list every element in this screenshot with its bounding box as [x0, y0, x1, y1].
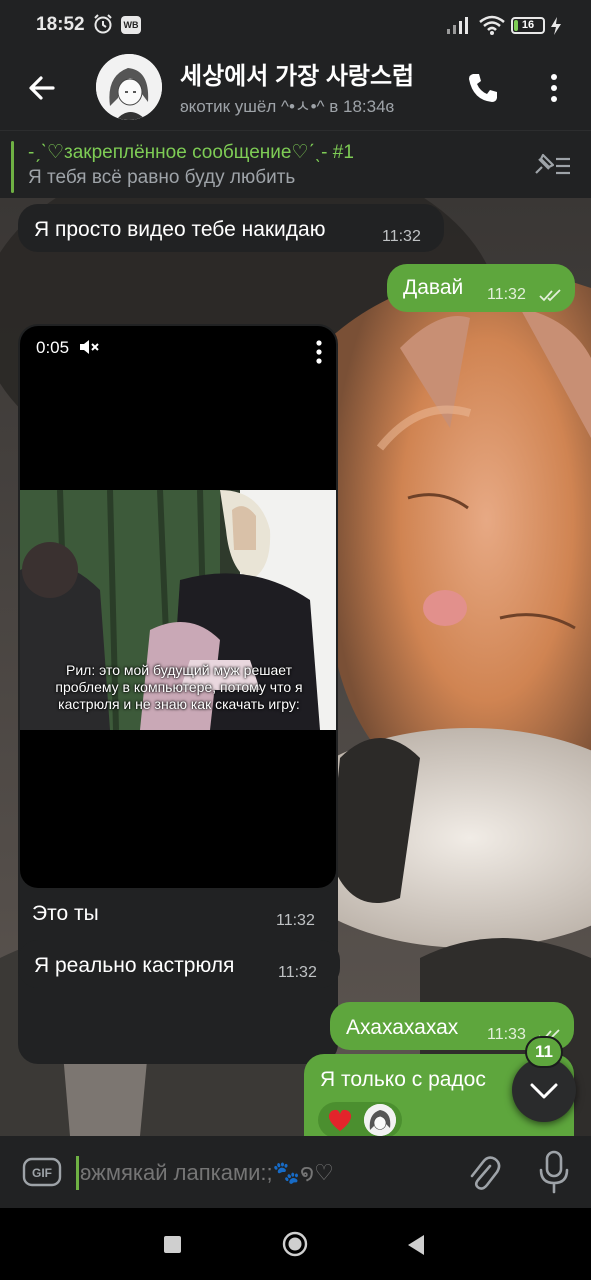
message-input[interactable] [80, 1156, 430, 1190]
wifi-icon [479, 15, 505, 35]
chat-status: ʚкотик ушёл ^•ㅅ•^ в 18:34ɞ [180, 97, 395, 116]
back-arrow-icon[interactable] [22, 68, 62, 108]
message-time: 11:32 [278, 964, 317, 981]
recent-apps-icon[interactable] [164, 1236, 181, 1253]
charging-icon [551, 17, 561, 35]
pinned-list-icon[interactable] [530, 149, 572, 181]
message-bubble-in[interactable]: Я реально кастрюля 11:32 [18, 940, 340, 988]
clock: 18:52 [36, 14, 85, 35]
pinned-message[interactable]: -ˏˋ♡закреплённое сообщение♡ˊˎ- #1 Я тебя… [0, 130, 591, 198]
video-caption: Рил: это мой будущий муж решает проблему… [55, 662, 303, 712]
read-check-icon [539, 289, 561, 302]
message-text: Я только с радос [320, 1068, 486, 1091]
video-player[interactable]: 0:05 Рил: это мой будущий муж решает про… [20, 326, 336, 888]
nav-back-icon[interactable] [406, 1233, 426, 1257]
chat-area[interactable]: Я просто видео тебе накидаю 11:32 Давай … [0, 198, 591, 1136]
chat-header: 세상에서 가장 사랑스럽 ʚкотик ушёл ^•ㅅ•^ в 18:34ɞ [0, 52, 591, 130]
message-bubble-out[interactable]: Давай 11:32 [387, 264, 575, 312]
unread-count-badge: 11 [525, 1036, 563, 1068]
mute-icon[interactable] [78, 336, 100, 358]
message-time: 11:33 [487, 1026, 526, 1043]
reaction-avatar-drawing [364, 1104, 396, 1136]
message-composer: GIF [0, 1136, 591, 1208]
more-vertical-icon[interactable] [540, 68, 568, 108]
battery-icon: 16 [511, 17, 545, 34]
reactions[interactable] [318, 1102, 402, 1136]
avatar[interactable] [96, 54, 162, 120]
status-bar: 18:52 WB 16 [0, 0, 591, 52]
gif-icon[interactable]: GIF [22, 1156, 62, 1188]
video-more-icon[interactable] [312, 338, 326, 366]
pinned-title: -ˏˋ♡закреплённое сообщение♡ˊˎ- #1 [28, 142, 354, 163]
message-time: 11:32 [487, 286, 526, 303]
alarm-icon [94, 14, 112, 34]
battery-percent: 16 [521, 19, 535, 31]
wb-icon: WB [121, 16, 141, 34]
message-text: Я реально кастрюля [34, 954, 235, 977]
microphone-icon[interactable] [536, 1150, 572, 1194]
system-navigation-bar [0, 1208, 591, 1280]
chat-title[interactable]: 세상에서 가장 사랑스럽 [180, 56, 442, 91]
svg-text:GIF: GIF [32, 1166, 52, 1180]
text-cursor [76, 1156, 79, 1190]
avatar-drawing [96, 54, 162, 120]
message-time: 11:32 [382, 228, 421, 245]
pinned-indicator [11, 141, 14, 193]
signal-icon [447, 17, 468, 34]
message-text: Это ты [32, 902, 99, 925]
message-text: Давай [403, 276, 464, 299]
home-icon[interactable] [282, 1231, 308, 1257]
message-text: Я просто видео тебе накидаю [34, 218, 326, 241]
reaction-avatar [364, 1104, 396, 1136]
video-duration: 0:05 [36, 338, 70, 357]
phone-icon[interactable] [465, 70, 501, 106]
paperclip-icon[interactable] [464, 1152, 502, 1192]
message-bubble-in[interactable]: Я просто видео тебе накидаю 11:32 [18, 204, 444, 252]
heart-reaction-icon[interactable] [326, 1106, 354, 1134]
message-text: Ахахахахах [346, 1016, 459, 1039]
pinned-text: Я тебя всё равно буду любить [28, 167, 296, 188]
message-time: 11:32 [276, 912, 315, 929]
